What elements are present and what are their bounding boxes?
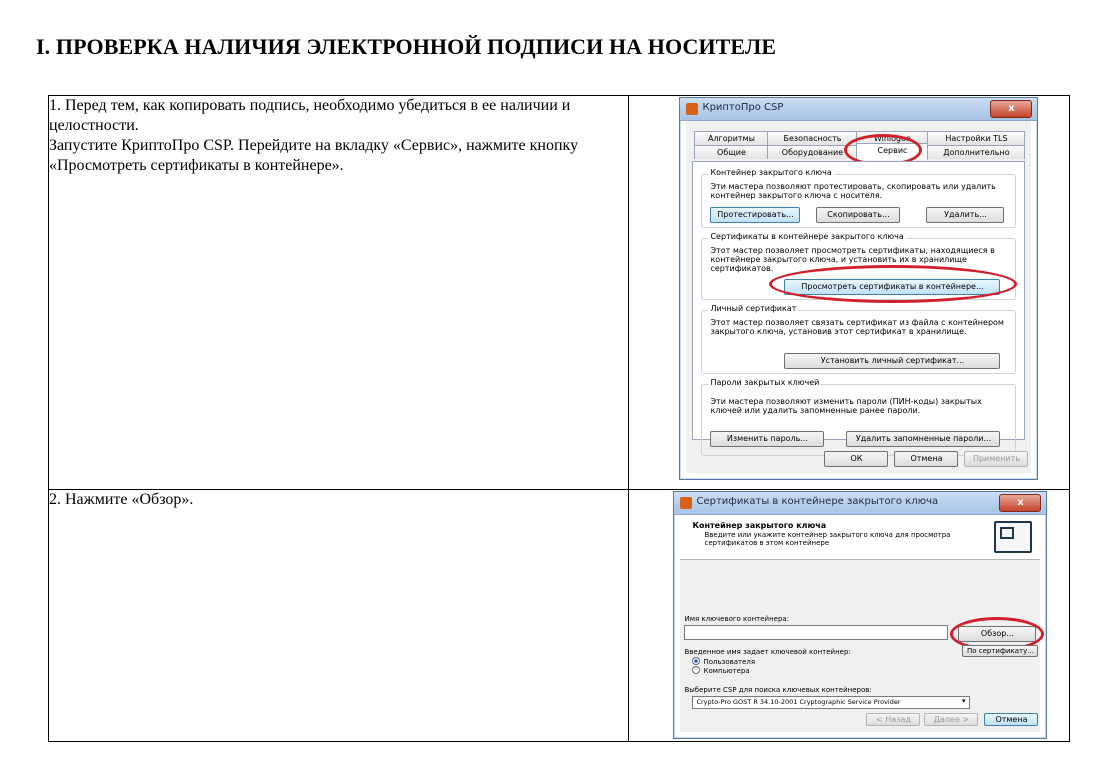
radio-user-label: Пользователя <box>703 658 756 666</box>
csp-select-value: Crypto-Pro GOST R 34.10-2001 Cryptograph… <box>696 698 901 706</box>
next-button[interactable]: Далее > <box>924 713 979 726</box>
highlight-ellipse-view-certificates <box>769 265 1018 303</box>
app-icon <box>686 103 699 115</box>
container-name-input[interactable] <box>684 625 949 640</box>
page-title: I. ПРОВЕРКА НАЛИЧИЯ ЭЛЕКТРОННОЙ ПОДПИСИ … <box>36 34 777 59</box>
radio-user-indicator[interactable] <box>692 657 701 665</box>
container-name-label: Имя ключевого контейнера: <box>684 615 790 623</box>
step-text-cell: 1. Перед тем, как копировать подпись, не… <box>47 95 630 490</box>
table-row: 2. Нажмите «Обзор». Сертификаты в контей… <box>47 489 1070 742</box>
wizard-subtitle: Введите или укажите контейнер закрытого … <box>704 531 951 547</box>
by-certificate-button[interactable]: По сертификату... <box>962 645 1039 657</box>
radio-computer[interactable]: Компьютера <box>692 666 750 675</box>
chevron-down-icon: ▾ <box>961 697 966 705</box>
step-text-cell: 2. Нажмите «Обзор». <box>47 489 630 742</box>
group-legend: Личный сертификат <box>708 304 799 313</box>
copy-button[interactable]: Скопировать... <box>816 207 901 223</box>
radio-computer-label: Компьютера <box>703 667 750 675</box>
app-icon <box>680 497 693 509</box>
change-password-button[interactable]: Изменить пароль... <box>710 431 825 447</box>
step-paragraph: 2. Нажмите «Обзор». <box>49 491 194 508</box>
group-legend: Сертификаты в контейнере закрытого ключа <box>708 232 906 241</box>
wizard-header: Контейнер закрытого ключа Введите или ук… <box>680 515 1041 560</box>
csp-select[interactable]: Crypto-Pro GOST R 34.10-2001 Cryptograph… <box>692 696 971 709</box>
radio-computer-indicator[interactable] <box>692 666 701 674</box>
group-legend: Контейнер закрытого ключа <box>708 168 834 177</box>
step-paragraph: Запустите КриптоПро CSP. Перейдите на вк… <box>49 137 579 174</box>
install-personal-certificate-button[interactable]: Установить личный сертификат... <box>784 353 1001 369</box>
name-type-label: Введенное имя задает ключевой контейнер: <box>684 648 851 656</box>
back-button[interactable]: < Назад <box>866 713 921 726</box>
tab-security[interactable]: Безопасность <box>767 131 858 145</box>
group-description: Этот мастер позволяет связать сертификат… <box>710 318 1004 336</box>
group-description: Эти мастера позволяют протестировать, ск… <box>710 182 996 200</box>
instructions-table: 1. Перед тем, как копировать подпись, не… <box>47 95 1070 742</box>
step-screenshot-cell: КриптоПро CSP x Алгоритмы Безопасность W… <box>628 95 1070 490</box>
delete-button[interactable]: Удалить... <box>926 207 1005 223</box>
ok-button[interactable]: ОК <box>824 451 889 467</box>
table-row: 1. Перед тем, как копировать подпись, не… <box>47 95 1070 490</box>
tab-algorithms[interactable]: Алгоритмы <box>694 131 769 145</box>
title-bar: Сертификаты в контейнере закрытого ключа… <box>674 492 1047 515</box>
group-description: Эти мастера позволяют изменить пароли (П… <box>710 397 982 415</box>
tab-general[interactable]: Общие <box>694 145 769 159</box>
cancel-button[interactable]: Отмена <box>894 451 959 467</box>
window-title: Сертификаты в контейнере закрытого ключа <box>696 496 939 507</box>
container-certificates-wizard: Сертификаты в контейнере закрытого ключа… <box>673 491 1048 739</box>
certificate-icon <box>994 521 1033 553</box>
group-personal-certificate: Личный сертификат Этот мастер позволяет … <box>701 304 1017 374</box>
window-title: КриптоПро CSP <box>702 102 784 113</box>
service-tab-panel: Контейнер закрытого ключа Эти мастера по… <box>692 161 1026 456</box>
radio-user[interactable]: Пользователя <box>692 657 755 666</box>
wizard-title: Контейнер закрытого ключа <box>692 521 827 530</box>
group-key-container: Контейнер закрытого ключа Эти мастера по… <box>701 168 1017 228</box>
cryptopro-csp-dialog: КриптоПро CSP x Алгоритмы Безопасность W… <box>679 97 1039 480</box>
step-screenshot-cell: Сертификаты в контейнере закрытого ключа… <box>628 489 1070 742</box>
close-button[interactable]: x <box>990 100 1033 118</box>
dialog-body: Контейнер закрытого ключа Введите или ук… <box>680 515 1045 732</box>
tab-advanced[interactable]: Дополнительно <box>927 145 1026 159</box>
step-paragraph: 1. Перед тем, как копировать подпись, не… <box>49 97 571 134</box>
csp-label: Выберите CSP для поиска ключевых контейн… <box>684 686 872 694</box>
tab-tls-settings[interactable]: Настройки TLS <box>927 131 1026 145</box>
apply-button[interactable]: Применить <box>964 451 1029 467</box>
group-legend: Пароли закрытых ключей <box>708 378 822 387</box>
title-bar: КриптоПро CSP x <box>680 98 1038 121</box>
test-button[interactable]: Протестировать... <box>710 207 801 223</box>
delete-saved-passwords-button[interactable]: Удалить запомненные пароли... <box>846 431 1001 447</box>
dialog-body: Алгоритмы Безопасность Winlogon Настройк… <box>686 121 1032 473</box>
close-button[interactable]: x <box>999 494 1042 512</box>
cancel-button[interactable]: Отмена <box>984 713 1039 726</box>
group-key-passwords: Пароли закрытых ключей Эти мастера позво… <box>701 378 1017 456</box>
